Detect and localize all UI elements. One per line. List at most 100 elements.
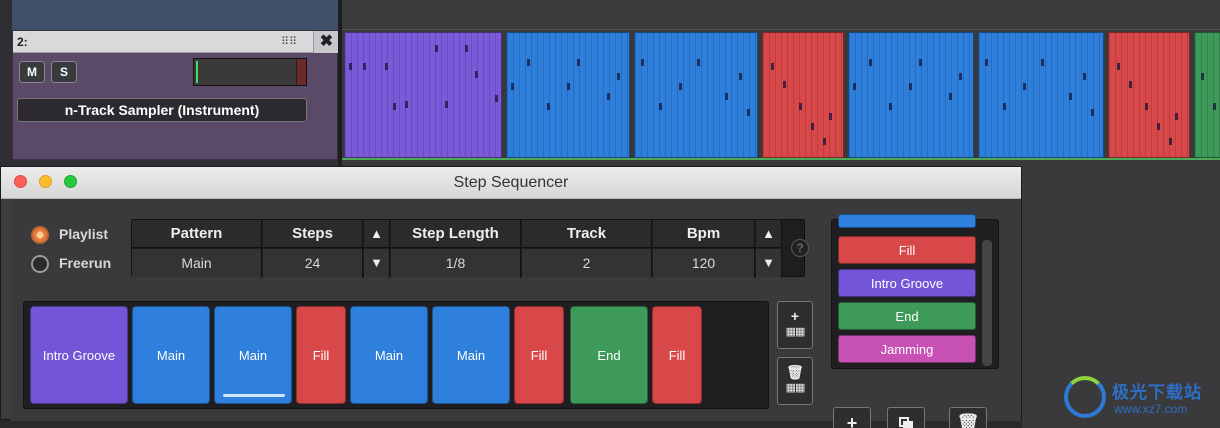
bpm-up-icon[interactable]: ▲ [756, 220, 781, 248]
peak-indicator [296, 59, 306, 85]
pattern-value[interactable]: Main [132, 249, 261, 277]
volume-meter[interactable] [193, 58, 307, 86]
mode-freerun-label[interactable]: Freerun [59, 255, 111, 271]
library-item[interactable]: Intro Groove [838, 269, 976, 297]
pattern-library-list[interactable]: Fill Intro Groove End Jamming [831, 214, 999, 369]
track-options-icon[interactable]: ⠿⠿ [281, 35, 297, 48]
midi-clip[interactable] [634, 32, 758, 158]
lane-separator [342, 158, 1220, 160]
midi-note [949, 93, 952, 100]
radio-unselected-icon[interactable] [31, 255, 49, 273]
track-header[interactable]: 2: ⠿⠿ ✖ M S n-Track Sampler (Instrument) [12, 30, 339, 160]
timeline[interactable] [342, 0, 1220, 166]
step-length-header: Step Length [391, 220, 520, 248]
midi-note [725, 93, 728, 100]
plus-icon: + [846, 413, 858, 428]
help-icon[interactable]: ? [791, 239, 809, 257]
midi-note [385, 63, 388, 70]
bpm-column[interactable]: Bpm 120 [653, 220, 755, 278]
bpm-value[interactable]: 120 [653, 249, 754, 277]
midi-note [445, 101, 448, 108]
trash-icon: 🗑 [786, 364, 804, 380]
midi-clip[interactable] [1108, 32, 1190, 158]
solo-button[interactable]: S [51, 61, 77, 83]
steps-stepper[interactable]: ▲ ▼ [364, 220, 390, 278]
midi-note [985, 59, 988, 66]
step-sequencer-window: Step Sequencer Playlist Freerun Pattern … [0, 166, 1022, 428]
midi-note [1129, 81, 1132, 88]
new-pattern-button[interactable]: + [833, 407, 871, 428]
midi-clip[interactable] [344, 32, 502, 158]
pattern-sequence-strip[interactable]: Intro Groove Main Main Fill Main Main Fill End F… [23, 301, 769, 409]
clip-lane[interactable] [342, 32, 1220, 158]
duplicate-pattern-button[interactable] [887, 407, 925, 428]
midi-clip[interactable] [848, 32, 974, 158]
midi-note [697, 59, 700, 66]
pattern-block[interactable]: Intro Groove [30, 306, 128, 404]
midi-clip[interactable] [506, 32, 630, 158]
midi-note [1145, 103, 1148, 110]
library-item[interactable]: End [838, 302, 976, 330]
radio-selected-icon[interactable] [31, 226, 49, 244]
volume-marker[interactable] [196, 61, 198, 83]
midi-note [495, 95, 498, 102]
parameter-table: Pattern Main Steps 24 ▲ ▼ Step Length 1/… [131, 219, 805, 278]
pattern-block[interactable]: Fill [514, 306, 564, 404]
pattern-block[interactable]: Main [132, 306, 210, 404]
midi-clip[interactable] [1194, 32, 1220, 158]
window-titlebar[interactable]: Step Sequencer [1, 167, 1021, 199]
midi-clip[interactable] [978, 32, 1104, 158]
bpm-down-icon[interactable]: ▼ [756, 249, 781, 277]
midi-note [435, 45, 438, 52]
track-title-bar[interactable]: 2: ⠿⠿ ✖ [13, 31, 339, 53]
mute-button[interactable]: M [19, 61, 45, 83]
instrument-name[interactable]: n-Track Sampler (Instrument) [17, 98, 307, 122]
midi-note [889, 103, 892, 110]
midi-note [771, 63, 774, 70]
track-close-icon[interactable]: ✖ [313, 31, 339, 53]
steps-column[interactable]: Steps 24 [263, 220, 363, 278]
midi-note [547, 103, 550, 110]
previous-track-strip [12, 0, 338, 30]
bpm-stepper[interactable]: ▲ ▼ [756, 220, 782, 278]
add-pattern-button[interactable]: + ▦▦ [777, 301, 813, 349]
step-length-column[interactable]: Step Length 1/8 [391, 220, 521, 278]
pattern-block[interactable]: Fill [652, 306, 702, 404]
steps-value[interactable]: 24 [263, 249, 362, 277]
midi-note [1117, 63, 1120, 70]
track-column[interactable]: Track 2 [522, 220, 652, 278]
trash-icon: 🗑 [956, 413, 980, 428]
remove-pattern-button[interactable]: 🗑 ▦▦ [777, 357, 813, 405]
midi-note [577, 59, 580, 66]
midi-note [393, 103, 396, 110]
delete-pattern-button[interactable]: 🗑 [949, 407, 987, 428]
midi-clip[interactable] [762, 32, 844, 158]
pattern-block[interactable]: Fill [296, 306, 346, 404]
midi-note [607, 93, 610, 100]
step-length-value[interactable]: 1/8 [391, 249, 520, 277]
library-item-partial[interactable] [838, 214, 976, 228]
midi-note [1213, 103, 1216, 110]
keyboard-icon: ▦▦ [785, 326, 806, 338]
midi-note [1157, 123, 1160, 130]
copy-icon [899, 417, 913, 428]
pattern-column[interactable]: Pattern Main [132, 220, 262, 278]
pattern-block[interactable]: Main [432, 306, 510, 404]
watermark-logo-icon [1064, 376, 1106, 418]
mode-playlist-label[interactable]: Playlist [59, 226, 108, 242]
library-item[interactable]: Fill [838, 236, 976, 264]
pattern-block[interactable]: Main [350, 306, 428, 404]
track-number: 2: [17, 35, 28, 49]
library-item[interactable]: Jamming [838, 335, 976, 363]
midi-note [1201, 73, 1204, 80]
midi-note [799, 103, 802, 110]
track-value[interactable]: 2 [522, 249, 651, 277]
pattern-block[interactable]: End [570, 306, 648, 404]
steps-up-icon[interactable]: ▲ [364, 220, 389, 248]
pattern-block[interactable]: Main [214, 306, 292, 404]
library-scrollbar[interactable] [982, 240, 992, 366]
midi-note [909, 83, 912, 90]
midi-note [465, 45, 468, 52]
steps-down-icon[interactable]: ▼ [364, 249, 389, 277]
midi-note [823, 138, 826, 145]
